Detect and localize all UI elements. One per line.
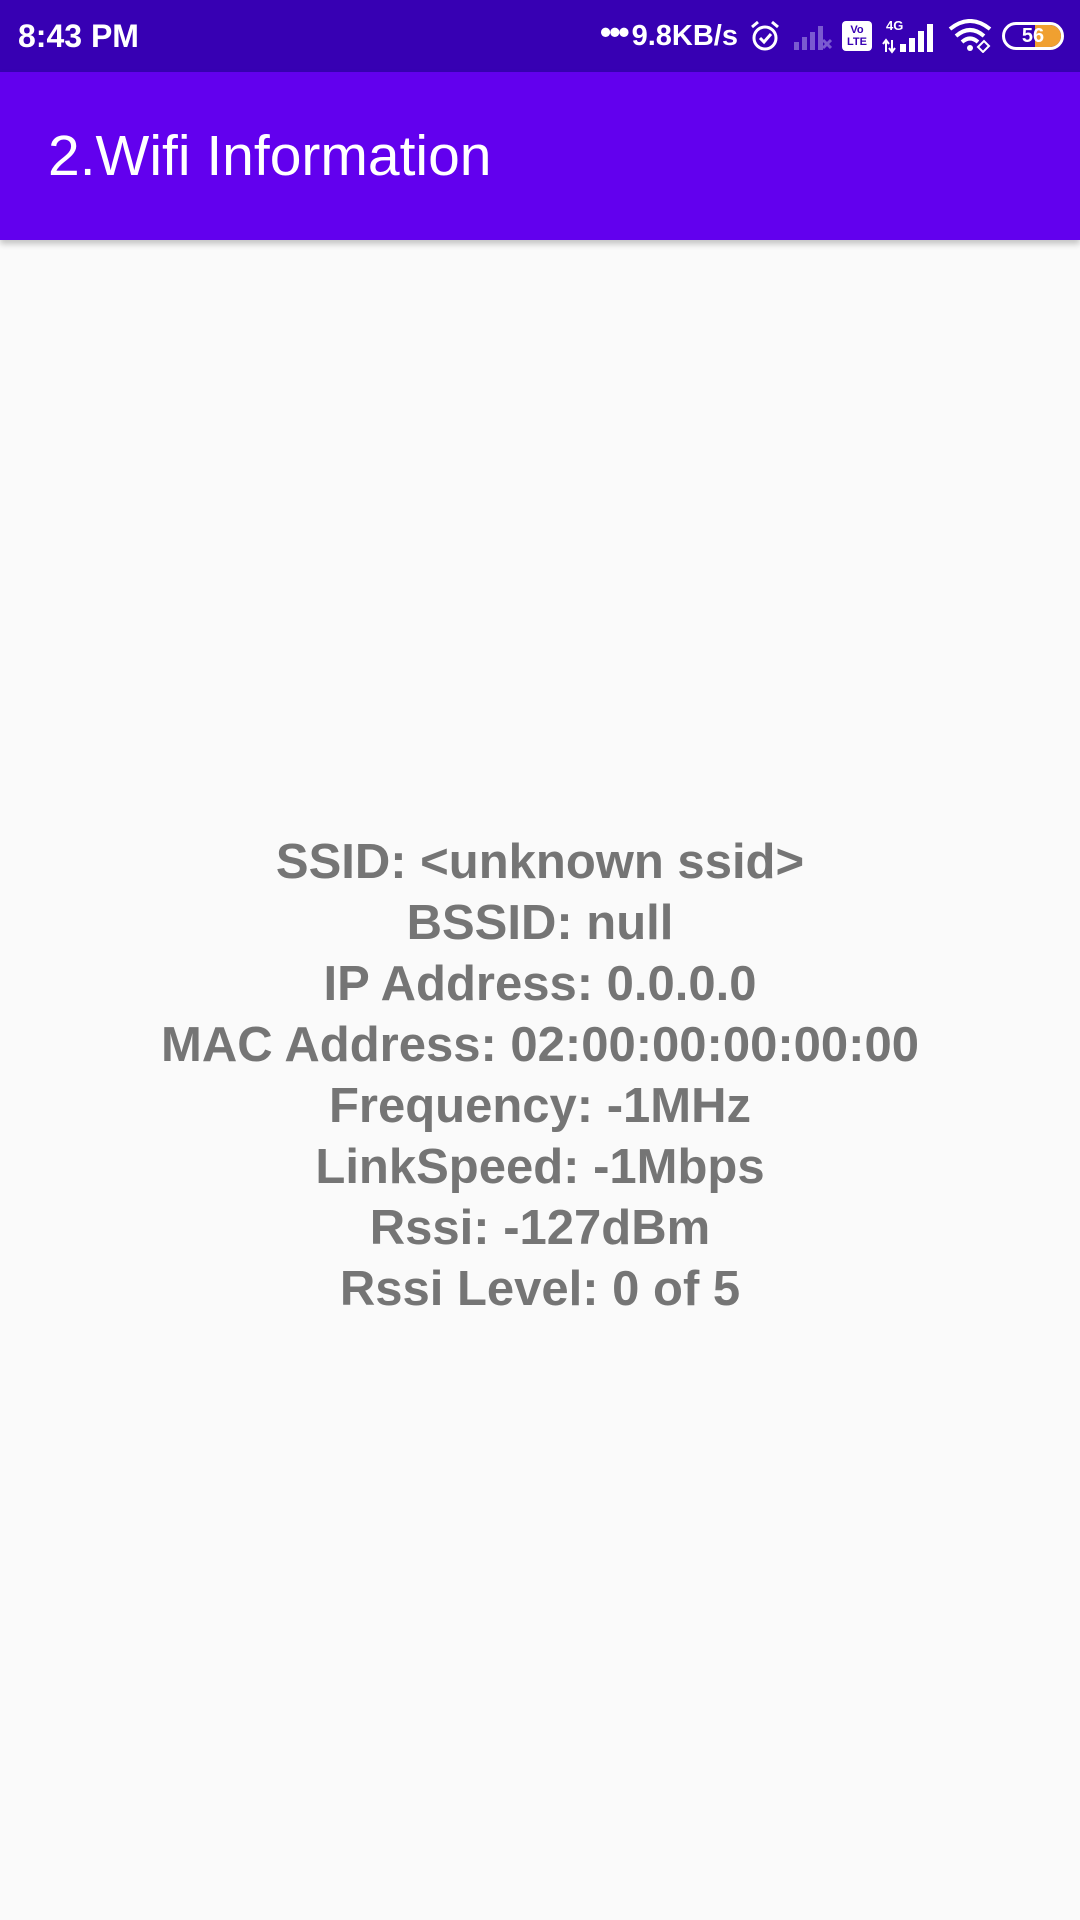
mac-address-text: MAC Address: 02:00:00:00:00:00 — [161, 1018, 919, 1072]
page-title: 2.Wifi Information — [48, 124, 492, 188]
volte-label-top: Vo — [850, 24, 864, 36]
signal-4g-icon: 4G — [882, 18, 938, 54]
status-time: 8:43 PM — [18, 18, 139, 54]
network-speed: 9.8KB/s — [631, 19, 738, 52]
rssi-text: Rssi: -127dBm — [369, 1201, 711, 1255]
battery-level: 56 — [1021, 25, 1045, 47]
ip-address-text: IP Address: 0.0.0.0 — [323, 957, 757, 1011]
alarm-icon — [748, 19, 782, 53]
battery-icon: 56 — [1002, 22, 1064, 50]
signal-off-icon — [792, 20, 832, 52]
notification-dots: ••• — [600, 14, 630, 50]
app-bar: 2.Wifi Information — [0, 72, 1080, 240]
network-type-label: 4G — [886, 18, 904, 33]
wifi-info-text: SSID: <unknown ssid> BSSID: null IP Addr… — [161, 832, 919, 1320]
status-bar: 8:43 PM ••• 9.8KB/s Vo LTE 4G 56 — [0, 0, 1080, 72]
status-icons: ••• 9.8KB/s Vo LTE 4G 56 — [600, 0, 1064, 72]
bssid-text: BSSID: null — [406, 896, 674, 950]
rssi-level-text: Rssi Level: 0 of 5 — [339, 1262, 741, 1316]
ssid-text: SSID: <unknown ssid> — [275, 835, 805, 889]
link-speed-text: LinkSpeed: -1Mbps — [315, 1140, 765, 1194]
frequency-text: Frequency: -1MHz — [328, 1079, 751, 1133]
volte-label-bottom: LTE — [847, 36, 867, 48]
main-content: SSID: <unknown ssid> BSSID: null IP Addr… — [0, 240, 1080, 1920]
wifi-icon — [948, 19, 992, 53]
volte-icon: Vo LTE — [842, 21, 872, 51]
